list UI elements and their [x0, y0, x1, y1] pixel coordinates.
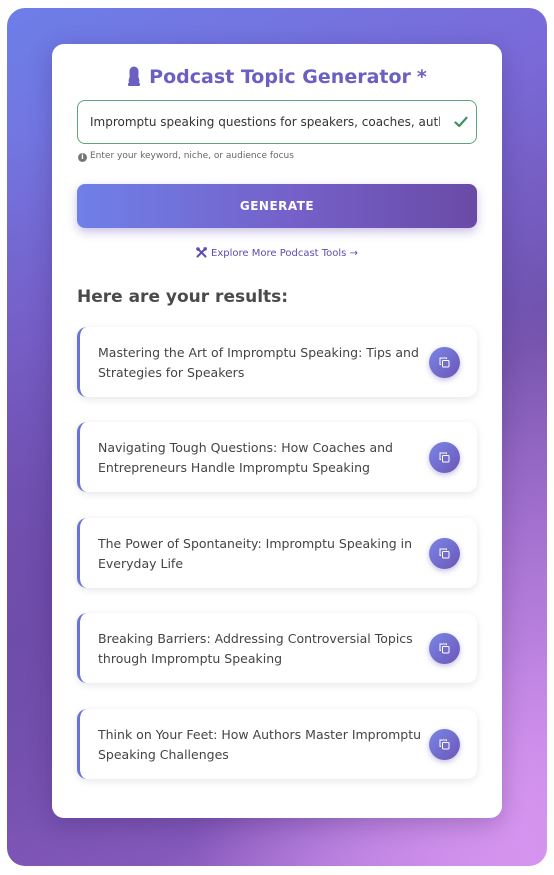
- result-card: Navigating Tough Questions: How Coaches …: [77, 422, 477, 492]
- input-hint-text: Enter your keyword, niche, or audience f…: [90, 151, 294, 161]
- microphone-icon: [127, 66, 141, 91]
- copy-button[interactable]: [429, 442, 460, 473]
- explore-link-text: Explore More Podcast Tools →: [211, 248, 358, 259]
- copy-button[interactable]: [429, 729, 460, 760]
- copy-icon: [439, 643, 450, 654]
- keyword-input-box[interactable]: [77, 100, 477, 144]
- checkmark-icon: [454, 114, 468, 133]
- result-text: Think on Your Feet: How Authors Master I…: [98, 727, 422, 762]
- input-hint: i Enter your keyword, niche, or audience …: [78, 151, 294, 162]
- result-card: Think on Your Feet: How Authors Master I…: [77, 709, 477, 779]
- result-text: Mastering the Art of Impromptu Speaking:…: [98, 345, 419, 380]
- result-text: Navigating Tough Questions: How Coaches …: [98, 440, 393, 475]
- results-heading: Here are your results:: [77, 287, 289, 307]
- title-text: Podcast Topic Generator: [149, 66, 411, 88]
- tools-icon: [196, 247, 207, 261]
- copy-button[interactable]: [429, 538, 460, 569]
- copy-button[interactable]: [429, 633, 460, 664]
- result-text: The Power of Spontaneity: Impromptu Spea…: [98, 536, 413, 571]
- copy-icon: [439, 357, 450, 368]
- copy-icon: [439, 452, 450, 463]
- result-card: Mastering the Art of Impromptu Speaking:…: [77, 327, 477, 397]
- keyword-input[interactable]: [90, 101, 440, 143]
- copy-icon: [439, 548, 450, 559]
- copy-button[interactable]: [429, 347, 460, 378]
- result-text: Breaking Barriers: Addressing Controvers…: [98, 631, 413, 666]
- info-icon: i: [78, 153, 87, 162]
- explore-link[interactable]: Explore More Podcast Tools →: [0, 247, 554, 261]
- required-mark: *: [416, 66, 427, 88]
- copy-icon: [439, 739, 450, 750]
- generate-button[interactable]: GENERATE: [77, 184, 477, 228]
- result-card: The Power of Spontaneity: Impromptu Spea…: [77, 518, 477, 588]
- result-card: Breaking Barriers: Addressing Controvers…: [77, 613, 477, 683]
- page-title: Podcast Topic Generator *: [0, 66, 554, 91]
